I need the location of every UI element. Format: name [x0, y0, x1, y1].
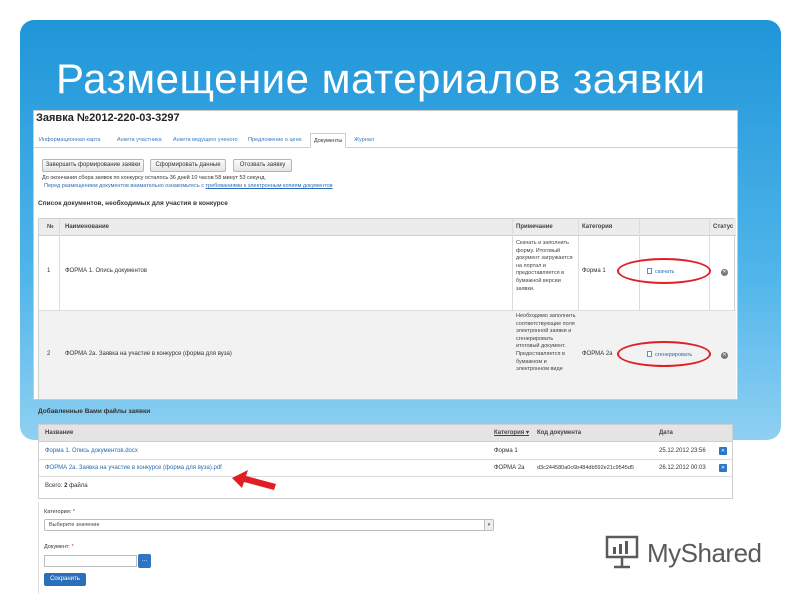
col-file-date: Дата [659, 430, 673, 436]
remove-icon[interactable]: ✕ [721, 269, 728, 276]
myshared-logo-icon [605, 535, 639, 569]
remove-icon[interactable]: ✕ [721, 352, 728, 359]
category-select-value: Выберите значение [49, 522, 100, 528]
chevron-down-icon[interactable]: ▾ [484, 520, 493, 530]
docs-section-title: Список документов, необходимых для участ… [38, 200, 228, 207]
col-num: № [47, 224, 54, 230]
watermark-text: MyShared [647, 538, 762, 568]
withdraw-request-button[interactable]: Отозвать заявку [233, 159, 292, 172]
file-category: Форма 1 [494, 448, 518, 454]
file-name-link[interactable]: ФОРМА 2а. Заявка на участие в конкурсе (… [45, 460, 222, 477]
browse-button[interactable]: ... [138, 554, 151, 568]
requirements-notice: Перед размещением документов внимательно… [44, 183, 333, 189]
notice-prefix: Перед размещением документов внимательно… [44, 183, 206, 189]
col-note: Примечание [516, 224, 553, 230]
form-divider [38, 502, 39, 594]
highlight-oval [617, 341, 711, 367]
row-num: 1 [47, 268, 51, 274]
save-button[interactable]: Сохранить [44, 573, 86, 586]
red-arrow-icon [232, 470, 276, 490]
file-category: ФОРМА 2а [494, 465, 525, 471]
col-name: Наименование [65, 224, 110, 230]
document-file-input[interactable] [44, 555, 137, 567]
row-note: Скачать и заполнить форму. Итоговый доку… [516, 240, 573, 292]
document-label: Документ: * [44, 544, 74, 550]
row-name: ФОРМА 1. Опись документов [65, 268, 148, 274]
table-row: ФОРМА 2а. Заявка на участие в конкурсе (… [39, 460, 732, 477]
col-file-category-label: Категория [494, 430, 525, 436]
app-screenshot: Заявка №2012-220-03-3297 Информационная … [33, 110, 738, 400]
file-date: 25.12.2012 23:56 [659, 448, 706, 454]
category-label-text: Категория: [44, 509, 72, 515]
row-category: ФОРМА 2а [582, 351, 613, 357]
tab-lead-scientist-form[interactable]: Анкета ведущего ученого [170, 133, 241, 148]
total-suffix: файла [69, 483, 88, 489]
col-status: Статус [713, 224, 734, 230]
col-file-code: Код документа [537, 430, 582, 436]
table-row: Форма 1. Опись документов.docx Форма 1 2… [39, 443, 732, 460]
total-label: Всего: [45, 483, 63, 489]
files-table-header [39, 425, 732, 442]
finish-request-button[interactable]: Завершить формирование заявки [42, 159, 144, 172]
document-label-text: Документ: [44, 544, 70, 550]
tab-documents[interactable]: Документы [310, 133, 347, 148]
files-section-title: Добавленные Вами файлы заявки [38, 408, 151, 415]
file-code: d3c244580a0c6b484db592e21c9545d5 [537, 465, 634, 471]
row-name: ФОРМА 2а. Заявка на участие в конкурсе (… [65, 351, 232, 357]
row-num: 2 [47, 351, 51, 357]
table-row: 2 ФОРМА 2а. Заявка на участие в конкурсе… [39, 311, 736, 399]
row-note: Необходимо заполнить соответствующие пол… [516, 313, 576, 373]
tab-participant-form[interactable]: Анкета участника [114, 133, 165, 148]
tab-info-card[interactable]: Информационная карта [36, 133, 103, 148]
category-select[interactable]: Выберите значение ▾ [44, 519, 494, 531]
col-file-category[interactable]: Категория ▾ [494, 425, 529, 442]
requirements-link[interactable]: требованиями к электронным копиям докуме… [206, 183, 333, 189]
watermark: MyShared [605, 535, 762, 571]
files-table: Название Категория ▾ Код документа Дата … [38, 424, 733, 499]
generate-data-button[interactable]: Сформировать данные [150, 159, 226, 172]
deadline-text: До окончания сбора заявок по конкурсу ос… [42, 175, 266, 181]
file-date: 26.12.2012 00:03 [659, 465, 706, 471]
request-title: Заявка №2012-220-03-3297 [36, 112, 180, 124]
file-name-link[interactable]: Форма 1. Опись документов.docx [45, 443, 138, 460]
col-category: Категория [582, 224, 613, 230]
slide-title: Размещение материалов заявки [56, 55, 706, 102]
file-action-icon[interactable]: ✕ [719, 464, 727, 472]
category-label: Категория: * [44, 509, 75, 515]
files-total: Всего: 2 файла [45, 483, 88, 489]
table-header [39, 219, 736, 236]
documents-table: № Наименование Примечание Категория Стат… [38, 218, 736, 399]
file-action-icon[interactable]: ✕ [719, 447, 727, 455]
highlight-oval [617, 258, 711, 284]
tab-bar: Информационная карта Анкета участника Ан… [34, 131, 737, 148]
tab-journal[interactable]: Журнал [351, 133, 377, 148]
table-row: 1 ФОРМА 1. Опись документов Скачать и за… [39, 236, 736, 311]
row-category: Форма 1 [582, 268, 606, 274]
total-count: 2 [64, 483, 68, 489]
tab-price-offer[interactable]: Предложение о цене [245, 133, 305, 148]
col-file-name: Название [45, 430, 74, 436]
